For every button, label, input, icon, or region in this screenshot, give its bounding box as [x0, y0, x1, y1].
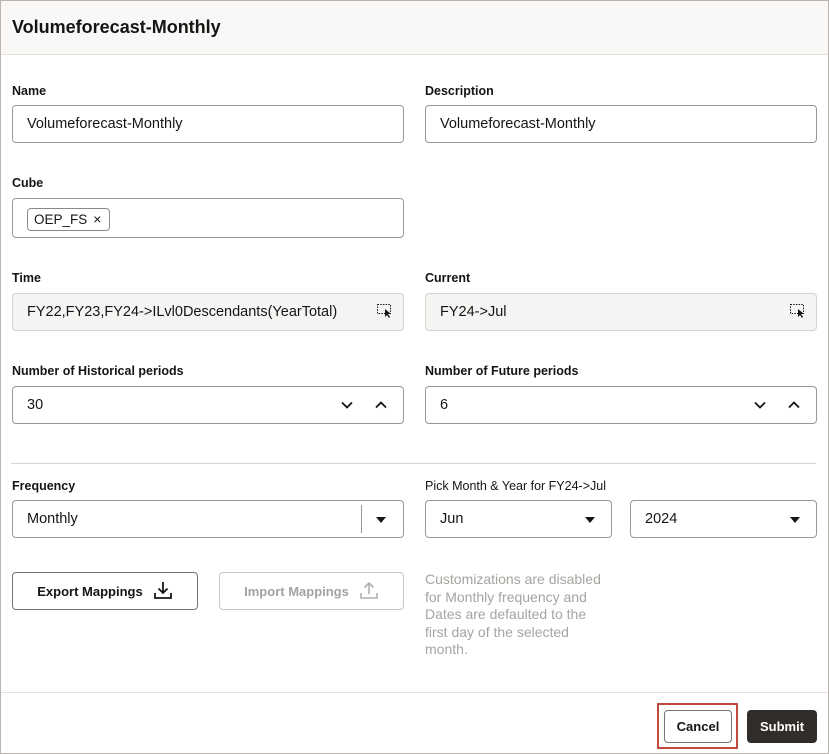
historical-periods-value: 30 [27, 397, 44, 413]
historical-periods-label: Number of Historical periods [12, 364, 184, 378]
section-divider [11, 463, 816, 464]
frequency-value: Monthly [27, 511, 78, 527]
member-selector-icon[interactable] [377, 304, 393, 318]
increment-chevron-up-icon[interactable] [784, 395, 804, 415]
description-input[interactable]: Volumeforecast-Monthly [425, 105, 817, 143]
time-label: Time [12, 271, 41, 285]
export-mappings-label: Export Mappings [37, 583, 143, 599]
description-label: Description [425, 84, 494, 98]
cancel-button[interactable]: Cancel [664, 710, 732, 743]
historical-periods-input[interactable]: 30 [12, 386, 404, 424]
year-select[interactable]: 2024 [630, 500, 817, 538]
member-selector-icon[interactable] [790, 304, 806, 318]
current-value: FY24->Jul [440, 304, 507, 320]
time-field[interactable]: FY22,FY23,FY24->ILvl0Descendants(YearTot… [12, 293, 404, 331]
increment-chevron-up-icon[interactable] [371, 395, 391, 415]
cube-chip-label: OEP_FS [34, 212, 88, 227]
dialog-title: Volumeforecast-Monthly [12, 17, 221, 37]
name-input[interactable]: Volumeforecast-Monthly [12, 105, 404, 143]
close-icon[interactable]: × [93, 209, 101, 230]
customization-note: Customizations are disabled for Monthly … [425, 571, 601, 657]
frequency-select[interactable]: Monthly [12, 500, 404, 538]
description-value: Volumeforecast-Monthly [440, 116, 596, 132]
future-periods-label: Number of Future periods [425, 364, 579, 378]
cube-chip: OEP_FS × [27, 208, 111, 231]
month-value: Jun [440, 511, 464, 527]
future-periods-value: 6 [440, 397, 449, 413]
submit-button[interactable]: Submit [747, 710, 817, 743]
dialog-header: Volumeforecast-Monthly [1, 1, 828, 55]
caret-down-icon[interactable] [373, 512, 389, 528]
current-label: Current [425, 271, 471, 285]
cube-label: Cube [12, 176, 44, 190]
dialog: Volumeforecast-Monthly Name Volumeforeca… [0, 0, 829, 754]
footer-divider [1, 692, 828, 693]
import-mappings-label: Import Mappings [244, 583, 349, 599]
caret-down-icon[interactable] [787, 512, 803, 528]
caret-down-icon[interactable] [582, 512, 598, 528]
frequency-label: Frequency [12, 479, 76, 493]
export-mappings-button[interactable]: Export Mappings [12, 572, 198, 610]
import-mappings-button[interactable]: Import Mappings [219, 572, 404, 610]
month-select[interactable]: Jun [425, 500, 612, 538]
future-periods-input[interactable]: 6 [425, 386, 817, 424]
decrement-chevron-down-icon[interactable] [750, 395, 770, 415]
name-label: Name [12, 84, 47, 98]
cube-input[interactable]: OEP_FS × [12, 198, 404, 238]
name-value: Volumeforecast-Monthly [27, 116, 183, 132]
decrement-chevron-down-icon[interactable] [337, 395, 357, 415]
pick-month-year-label: Pick Month & Year for FY24->Jul [425, 479, 606, 493]
time-value: FY22,FY23,FY24->ILvl0Descendants(YearTot… [27, 304, 338, 320]
year-value: 2024 [645, 511, 678, 527]
upload-icon [359, 580, 379, 603]
download-icon [153, 580, 173, 603]
select-separator [361, 505, 362, 533]
current-field[interactable]: FY24->Jul [425, 293, 817, 331]
